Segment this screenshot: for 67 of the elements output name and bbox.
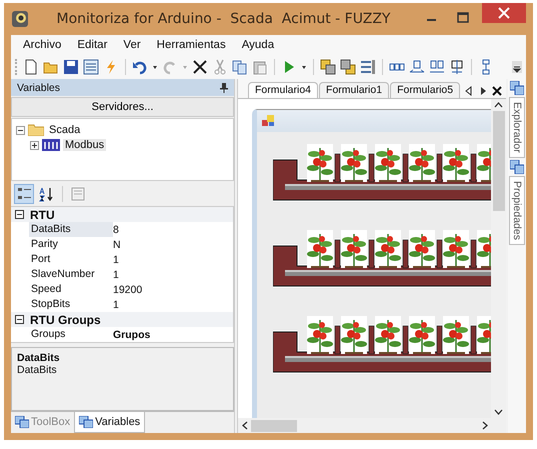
property-name[interactable]: DataBits: [29, 222, 113, 238]
send-back-icon[interactable]: [340, 59, 356, 75]
property-value[interactable]: N: [113, 238, 233, 251]
module-icon: [42, 139, 60, 152]
property-name[interactable]: Port: [29, 252, 113, 268]
folder-icon: [28, 124, 44, 136]
scroll-up-icon[interactable]: [494, 102, 503, 108]
menu-item[interactable]: Ver: [123, 39, 141, 51]
copy-icon[interactable]: [232, 59, 248, 75]
x-icon[interactable]: [192, 59, 208, 75]
paste-icon[interactable]: [252, 59, 268, 75]
horizontal-scrollbar[interactable]: [238, 418, 506, 433]
scroll-right-icon[interactable]: [482, 421, 488, 430]
bring-front-icon[interactable]: [320, 59, 336, 75]
scroll-down-icon[interactable]: [494, 409, 503, 415]
categorized-icon[interactable]: [14, 184, 34, 204]
property-value[interactable]: Grupos: [113, 328, 233, 341]
side-tab[interactable]: Explorador: [509, 97, 525, 158]
new-document-icon[interactable]: [23, 59, 39, 75]
app-icon: [11, 10, 29, 28]
panel-tab[interactable]: Variables: [74, 412, 146, 433]
tree-item[interactable]: Modbus: [63, 139, 106, 152]
undo-icon[interactable]: [132, 59, 148, 75]
category-label: RTU Groups: [30, 312, 101, 327]
category-label: RTU: [30, 208, 55, 222]
expand-icon[interactable]: [30, 140, 39, 150]
scroll-left-icon[interactable]: [464, 83, 474, 98]
windows-icon: [15, 416, 29, 428]
tab-label[interactable]: Variables: [95, 416, 140, 428]
scroll-left-icon[interactable]: [242, 421, 248, 430]
property-name[interactable]: Parity: [29, 237, 113, 252]
windows-icon: [79, 416, 94, 428]
menu-item[interactable]: Herramientas: [156, 39, 226, 51]
windows-icon[interactable]: [510, 81, 524, 95]
menu-item[interactable]: Archivo: [23, 39, 62, 51]
collapse-icon[interactable]: [16, 126, 25, 135]
save-icon[interactable]: [63, 59, 79, 75]
property-value[interactable]: 8: [113, 224, 233, 236]
windows-icon[interactable]: [510, 160, 524, 174]
scroll-thumb[interactable]: [492, 111, 504, 211]
collapse-icon[interactable]: [15, 315, 24, 324]
property-name[interactable]: Speed: [29, 282, 113, 298]
menu-item[interactable]: Editar: [77, 39, 108, 51]
document-tab[interactable]: Formulario1: [319, 82, 390, 98]
description-text: DataBits: [17, 364, 58, 376]
tree-item[interactable]: Scada: [47, 124, 82, 136]
servers-button[interactable]: Servidores...: [11, 97, 234, 117]
property-value[interactable]: 1: [113, 254, 233, 266]
overflow-icon[interactable]: [512, 61, 522, 73]
property-value[interactable]: 19200: [113, 284, 233, 296]
collapse-icon[interactable]: [15, 210, 24, 220]
pin-icon[interactable]: [220, 82, 228, 93]
side-tab[interactable]: Propiedades: [509, 176, 525, 245]
property-value[interactable]: 1: [113, 298, 233, 311]
document-tab[interactable]: Formulario4: [248, 82, 318, 98]
align-icon[interactable]: [360, 59, 376, 75]
scroll-thumb[interactable]: [251, 420, 297, 432]
description-title: DataBits: [17, 352, 61, 364]
menu-item[interactable]: Ayuda: [242, 39, 274, 51]
window-title: Monitoriza for Arduino - Scada Acimut - FUZZY: [56, 11, 392, 27]
property-name[interactable]: Groups: [29, 327, 113, 342]
property-value[interactable]: 1: [113, 268, 233, 281]
property-name[interactable]: StopBits: [29, 297, 113, 312]
vertical-scrollbar[interactable]: [491, 99, 506, 418]
property-name[interactable]: SlaveNumber: [29, 267, 113, 282]
panel-title: Variables: [17, 82, 60, 94]
document-tab[interactable]: Formulario5: [390, 82, 460, 98]
